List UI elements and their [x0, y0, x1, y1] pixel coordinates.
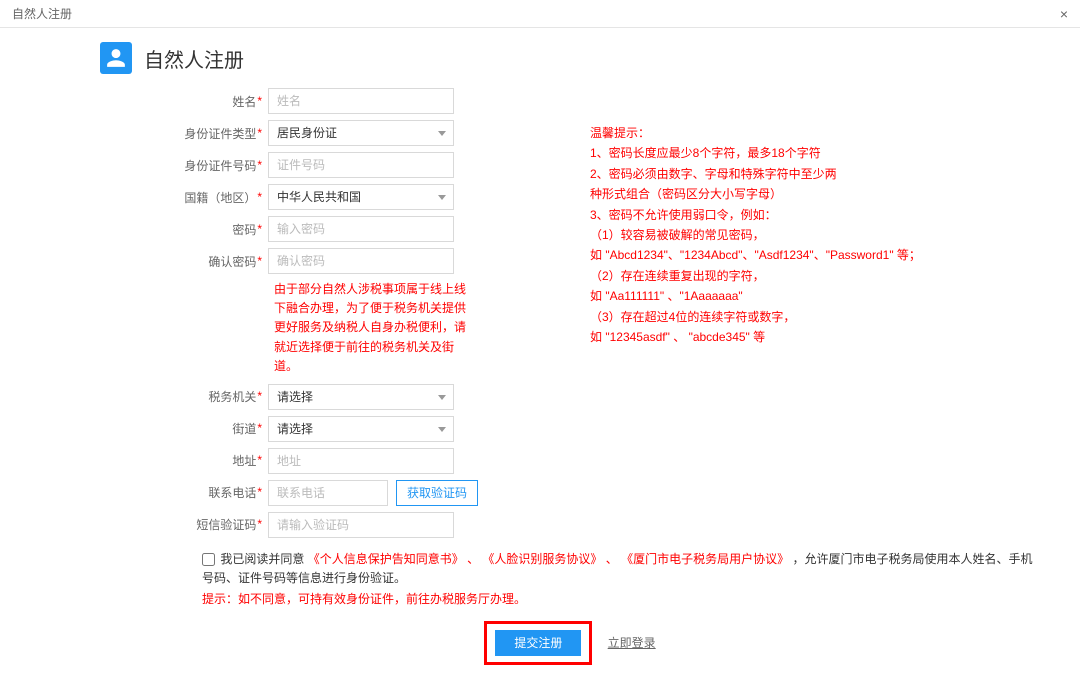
link-privacy[interactable]: 《个人信息保护告知同意书》 — [308, 552, 464, 566]
label-idno: 身份证件号码 — [184, 159, 256, 173]
name-input[interactable] — [268, 88, 454, 114]
label-nation: 国籍（地区） — [184, 191, 256, 205]
link-user[interactable]: 《厦门市电子税务局用户协议》 — [621, 552, 789, 566]
get-code-button[interactable]: 获取验证码 — [396, 480, 478, 506]
tax-note: 由于部分自然人涉税事项属于线上线下融合办理，为了便于税务机关提供更好服务及纳税人… — [274, 280, 474, 376]
disagree-note: 提示：如不同意，可持有效身份证件，前往办税服务厅办理。 — [202, 590, 1040, 607]
idtype-select[interactable]: 居民身份证 — [268, 120, 454, 146]
smscode-input[interactable] — [268, 512, 454, 538]
password-confirm-input[interactable] — [268, 248, 454, 274]
label-idtype: 身份证件类型 — [184, 127, 256, 141]
nation-select[interactable]: 中华人民共和国 — [268, 184, 454, 210]
modal-title: 自然人注册 — [12, 5, 72, 22]
label-pwd: 密码 — [232, 223, 256, 237]
label-street: 街道 — [232, 422, 256, 436]
agreement-checkbox[interactable] — [202, 553, 215, 566]
label-addr: 地址 — [232, 454, 256, 468]
link-face[interactable]: 《人脸识别服务协议》 — [482, 552, 602, 566]
address-input[interactable] — [268, 448, 454, 474]
password-tips: 温馨提示： 1、密码长度应最少8个字符，最多18个字符 2、密码必须由数字、字母… — [590, 123, 1010, 347]
label-smscode: 短信验证码 — [196, 518, 256, 532]
label-phone: 联系电话 — [208, 486, 256, 500]
page-title: 自然人注册 — [144, 44, 244, 73]
login-now-link[interactable]: 立即登录 — [608, 634, 656, 651]
street-select[interactable]: 请选择 — [268, 416, 454, 442]
person-icon — [100, 42, 132, 74]
close-icon[interactable]: × — [1060, 6, 1068, 22]
password-input[interactable] — [268, 216, 454, 242]
agreement-line: 我已阅读并同意 《个人信息保护告知同意书》 、 《人脸识别服务协议》 、 《厦门… — [202, 550, 1040, 588]
taxorg-select[interactable]: 请选择 — [268, 384, 454, 410]
label-name: 姓名 — [232, 95, 256, 109]
idno-input[interactable] — [268, 152, 454, 178]
submit-button[interactable]: 提交注册 — [495, 630, 581, 656]
phone-input[interactable] — [268, 480, 388, 506]
label-pwd2: 确认密码 — [208, 255, 256, 269]
label-taxorg: 税务机关 — [208, 390, 256, 404]
submit-highlight: 提交注册 — [484, 621, 592, 665]
